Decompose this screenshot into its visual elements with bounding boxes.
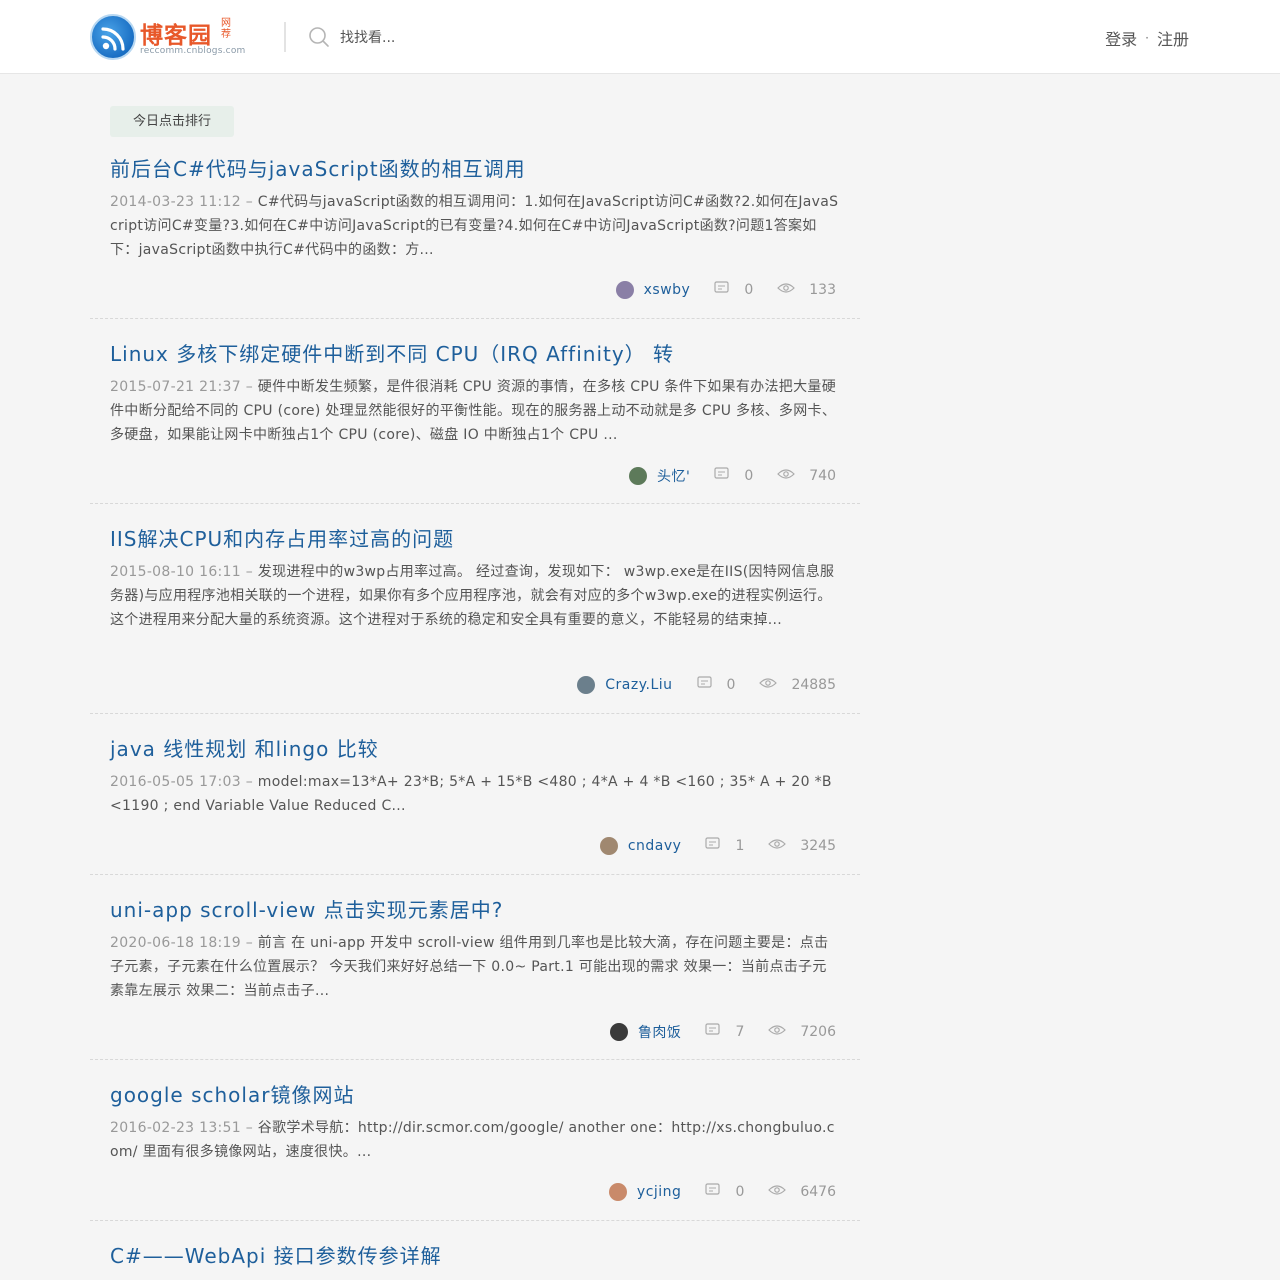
top-header: 博客园 网荐 reccomm.cnblogs.com 登录 · 注册 (0, 0, 1280, 74)
comment-count: 0 (744, 282, 754, 298)
post-title[interactable]: IIS解决CPU和内存占用率过高的问题 (110, 523, 454, 552)
logo-tag: 网荐 (221, 18, 231, 40)
view-icon (768, 838, 787, 854)
section-badge: 今日点击排行 (110, 106, 234, 137)
post-date: 2014-03-23 11:12 (110, 194, 241, 210)
post-title[interactable]: uni-app scroll-view 点击实现元素居中? (110, 894, 503, 923)
post-summary: 2015-08-10 16:11 – 发现进程中的w3wp占用率过高。 经过查询… (110, 564, 835, 628)
comment-count: 7 (735, 1024, 745, 1040)
logo-name: 博客园 (140, 23, 212, 49)
logo-subtitle: reccomm.cnblogs.com (140, 46, 246, 56)
post-meta: cndavy 1 3245 (599, 837, 836, 855)
author-avatar[interactable] (608, 1183, 627, 1201)
view-count: 24885 (791, 677, 836, 693)
post-meta: Crazy.Liu 0 24885 (577, 676, 836, 694)
post-item: uni-app scroll-view 点击实现元素居中? 2020-06-18… (90, 894, 860, 1060)
post-item: java 线性规划 和lingo 比较 2016-05-05 17:03 – m… (90, 733, 860, 875)
comment-count: 0 (726, 677, 736, 693)
author-avatar[interactable] (599, 837, 618, 855)
author-link[interactable]: ycjing (637, 1184, 682, 1200)
post-title[interactable]: C#——WebApi 接口参数传参详解 (110, 1240, 442, 1269)
view-count: 133 (809, 282, 836, 298)
view-count: 3245 (800, 838, 836, 854)
post-meta: 鲁肉饭 7 7206 (609, 1022, 836, 1042)
post-date: 2016-05-05 17:03 (110, 774, 241, 790)
auth-links: 登录 · 注册 (1105, 26, 1189, 50)
author-avatar[interactable] (628, 467, 647, 485)
post-date: 2015-07-21 21:37 (110, 379, 241, 395)
post-title[interactable]: google scholar镜像网站 (110, 1079, 354, 1108)
comment-icon (714, 467, 730, 485)
post-summary: 2015-07-21 21:37 – 硬件中断发生频繁，是件很消耗 CPU 资源… (110, 379, 837, 443)
author-avatar[interactable] (609, 1023, 628, 1041)
author-avatar[interactable] (615, 281, 634, 299)
view-icon (759, 677, 778, 693)
post-item: IIS解决CPU和内存占用率过高的问题 2015-08-10 16:11 – 发… (90, 523, 860, 714)
site-logo[interactable]: 博客园 网荐 reccomm.cnblogs.com (90, 14, 245, 60)
comment-count: 0 (744, 468, 754, 484)
comment-icon (696, 676, 713, 694)
post-title[interactable]: Linux 多核下绑定硬件中断到不同 CPU（IRQ Affinity） 转 (110, 338, 674, 367)
post-item: google scholar镜像网站 2016-02-23 13:51 – 谷歌… (90, 1079, 860, 1221)
comment-icon (705, 837, 721, 855)
post-item: 前后台C#代码与javaScript函数的相互调用 2014-03-23 11:… (90, 153, 860, 319)
comment-icon (705, 1183, 721, 1201)
post-date: 2020-06-18 18:19 (110, 935, 241, 951)
post-meta: ycjing 0 6476 (608, 1183, 836, 1201)
view-icon (768, 1024, 787, 1040)
comment-icon (705, 1023, 721, 1041)
comment-icon (714, 281, 730, 299)
post-title[interactable]: 前后台C#代码与javaScript函数的相互调用 (110, 153, 526, 182)
view-icon (768, 1184, 787, 1200)
post-item: Linux 多核下绑定硬件中断到不同 CPU（IRQ Affinity） 转 2… (90, 338, 860, 504)
post-meta: 头忆' 0 740 (628, 466, 836, 486)
post-summary: 2016-05-05 17:03 – model:max=13*A+ 23*B;… (110, 774, 832, 814)
comment-count: 1 (735, 838, 745, 854)
search-input[interactable] (340, 24, 600, 52)
author-link[interactable]: xswby (644, 282, 691, 298)
view-count: 740 (809, 468, 836, 484)
author-link[interactable]: 头忆' (657, 466, 690, 486)
author-link[interactable]: cndavy (628, 838, 682, 854)
comment-count: 0 (735, 1184, 745, 1200)
post-title[interactable]: java 线性规划 和lingo 比较 (110, 733, 379, 762)
register-link[interactable]: 注册 (1157, 26, 1189, 50)
search-icon[interactable] (308, 26, 330, 52)
post-item: C#——WebApi 接口参数传参详解 (90, 1240, 860, 1280)
rss-logo-icon (90, 14, 136, 60)
author-avatar[interactable] (577, 676, 596, 694)
view-count: 6476 (800, 1184, 836, 1200)
post-summary: 2016-02-23 13:51 – 谷歌学术导航：http://dir.scm… (110, 1120, 835, 1160)
post-summary: 2020-06-18 18:19 – 前言 在 uni-app 开发中 scro… (110, 935, 829, 999)
view-icon (777, 468, 796, 484)
post-summary: 2014-03-23 11:12 – C#代码与javaScript函数的相互调… (110, 194, 839, 258)
auth-separator: · (1145, 31, 1149, 45)
post-date: 2016-02-23 13:51 (110, 1120, 241, 1136)
login-link[interactable]: 登录 (1105, 26, 1137, 50)
view-icon (777, 282, 796, 298)
author-link[interactable]: 鲁肉饭 (638, 1022, 682, 1042)
post-meta: xswby 0 133 (615, 281, 836, 299)
author-link[interactable]: Crazy.Liu (605, 677, 672, 693)
header-divider (284, 22, 286, 52)
view-count: 7206 (800, 1024, 836, 1040)
post-date: 2015-08-10 16:11 (110, 564, 241, 580)
